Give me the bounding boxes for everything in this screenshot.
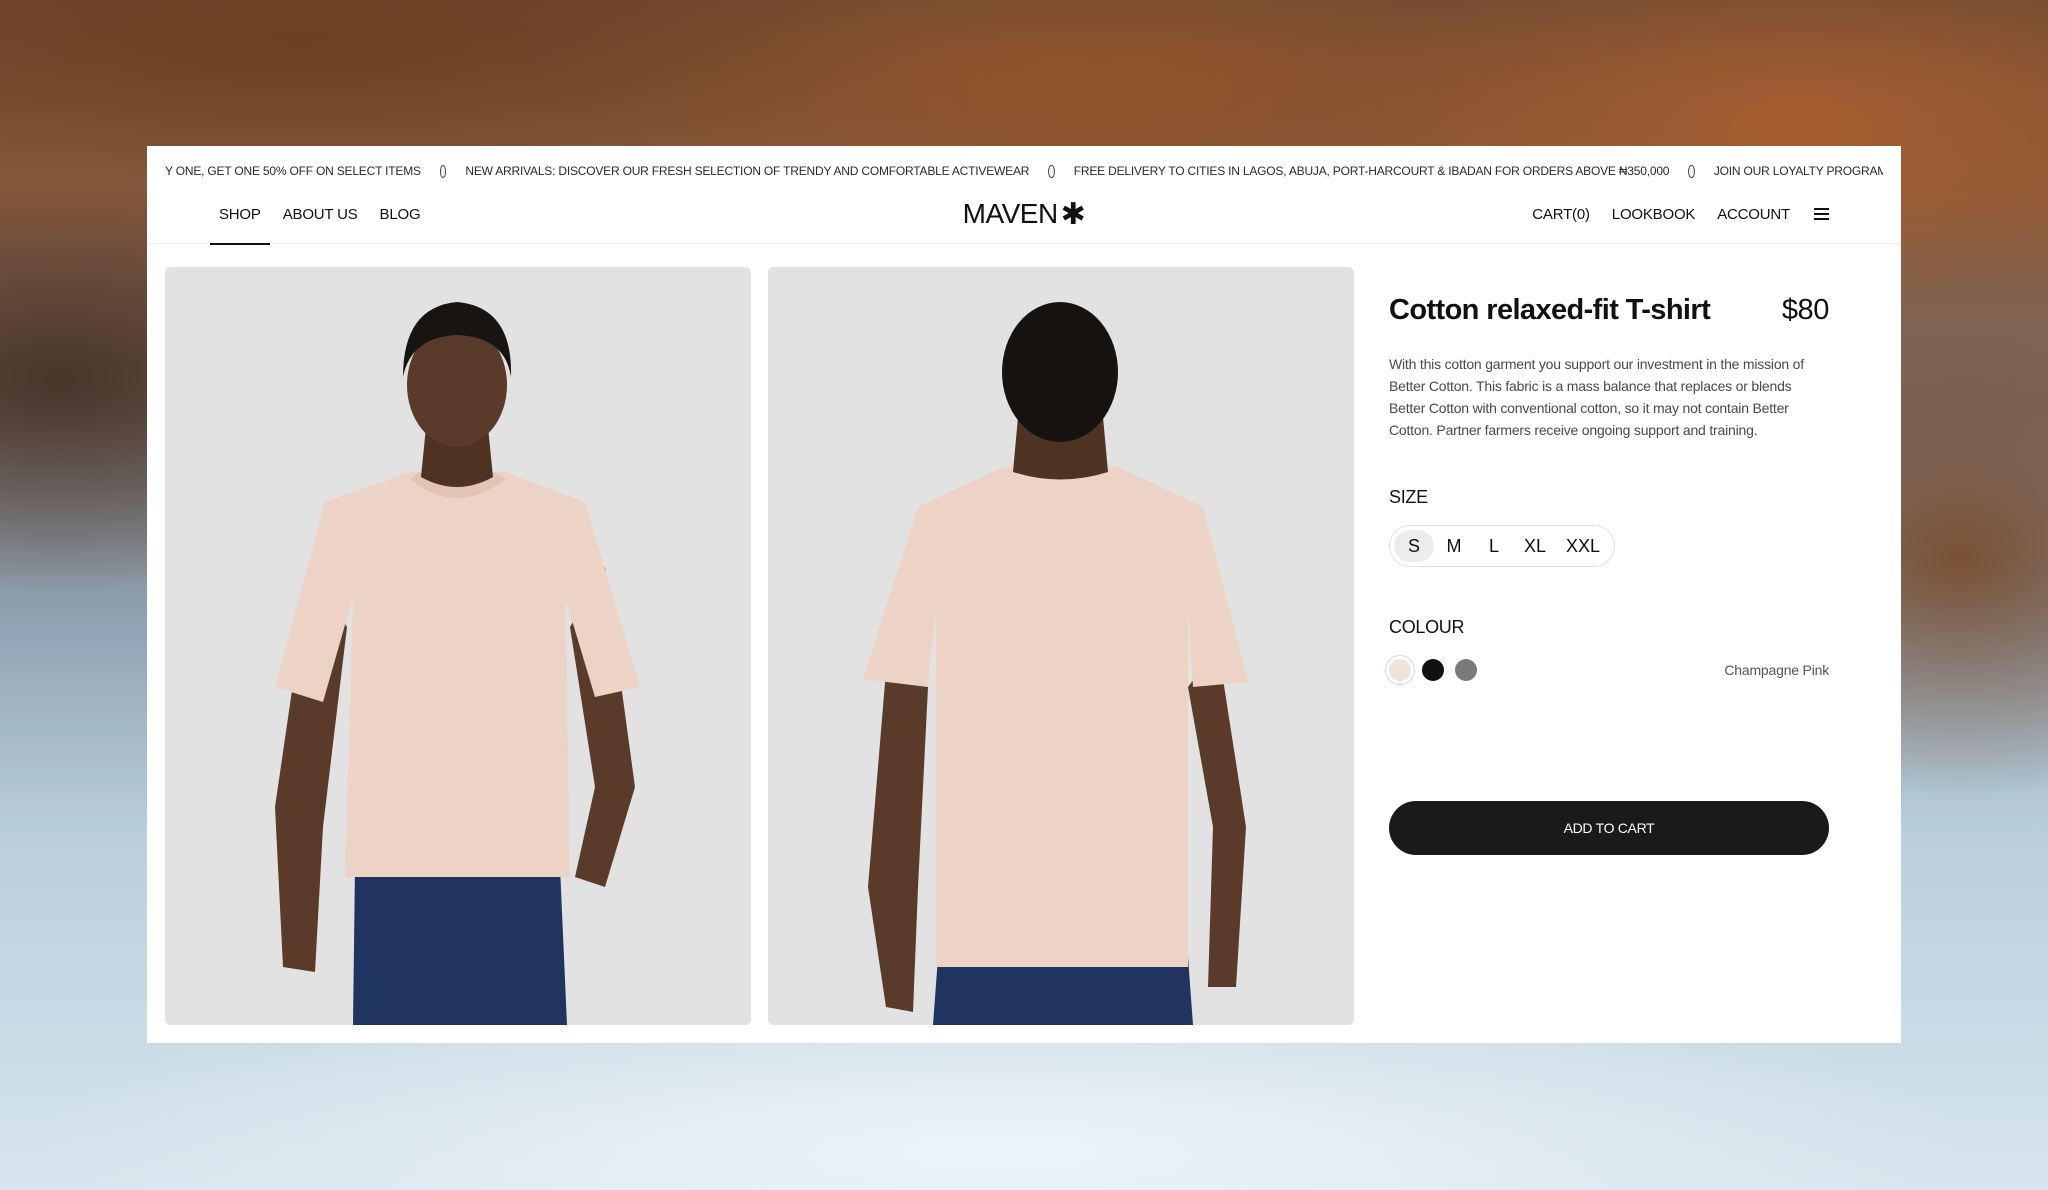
colour-swatch-champagne-pink[interactable] xyxy=(1385,655,1415,685)
colour-swatch-black[interactable] xyxy=(1422,659,1444,681)
globe-icon: ◌ xyxy=(439,164,447,178)
nav-cart-link[interactable]: CART(0) xyxy=(1532,206,1590,223)
nav-account-link[interactable]: ACCOUNT xyxy=(1717,206,1790,223)
model-back-illustration xyxy=(768,267,1354,1025)
size-option-m[interactable]: M xyxy=(1434,530,1474,562)
main-navigation: SHOP ABOUT US BLOG MAVEN ✱ CART(0) LOOKB… xyxy=(147,184,1901,245)
size-label: SIZE xyxy=(1389,487,1428,507)
asterisk-icon: ✱ xyxy=(1060,197,1086,231)
brand-logo[interactable]: MAVEN ✱ xyxy=(963,184,1086,244)
size-selector: S M L XL XXL xyxy=(1389,525,1616,567)
selected-colour-name: Champagne Pink xyxy=(1724,662,1829,678)
size-option-s[interactable]: S xyxy=(1394,530,1434,562)
size-option-l[interactable]: L xyxy=(1474,530,1514,562)
model-front-illustration xyxy=(165,267,751,1025)
logo-text: MAVEN xyxy=(962,198,1059,229)
size-option-xxl[interactable]: XXL xyxy=(1556,530,1610,562)
product-description: With this cotton garment you support our… xyxy=(1389,356,1804,438)
nav-shop-link[interactable]: SHOP xyxy=(210,184,270,245)
announcement-item: NEW ARRIVALS: DISCOVER OUR FRESH SELECTI… xyxy=(465,164,1030,178)
add-to-cart-button[interactable]: ADD TO CART xyxy=(1389,801,1829,855)
announcement-marquee: Y ONE, GET ONE 50% OFF ON SELECT ITEMS ◌… xyxy=(165,158,1883,184)
colour-selector: Champagne Pink xyxy=(1385,655,1829,685)
size-option-xl[interactable]: XL xyxy=(1514,530,1556,562)
nav-lookbook-link[interactable]: LOOKBOOK xyxy=(1612,206,1696,223)
globe-icon: ◌ xyxy=(1688,164,1695,178)
colour-swatch-grey[interactable] xyxy=(1455,659,1477,681)
product-image-front[interactable] xyxy=(165,267,751,1025)
announcement-item: FREE DELIVERY TO CITIES IN LAGOS, ABUJA,… xyxy=(1073,164,1670,178)
announcement-item: Y ONE, GET ONE 50% OFF ON SELECT ITEMS xyxy=(165,164,421,178)
nav-blog-link[interactable]: BLOG xyxy=(380,184,421,244)
product-details: Cotton relaxed-fit T-shirt $80 With this… xyxy=(1385,294,1830,855)
colour-label: COLOUR xyxy=(1389,617,1465,637)
product-price: $80 xyxy=(1781,294,1830,326)
menu-icon[interactable] xyxy=(1814,208,1829,220)
nav-about-link[interactable]: ABOUT US xyxy=(283,184,358,244)
globe-icon: ◌ xyxy=(1048,164,1055,178)
product-title: Cotton relaxed-fit T-shirt xyxy=(1389,294,1711,326)
product-page-window: Y ONE, GET ONE 50% OFF ON SELECT ITEMS ◌… xyxy=(147,146,1901,1043)
product-image-back[interactable] xyxy=(768,267,1354,1025)
announcement-item: JOIN OUR LOYALTY PROGRAM AND GET 10% OF xyxy=(1713,164,1883,178)
